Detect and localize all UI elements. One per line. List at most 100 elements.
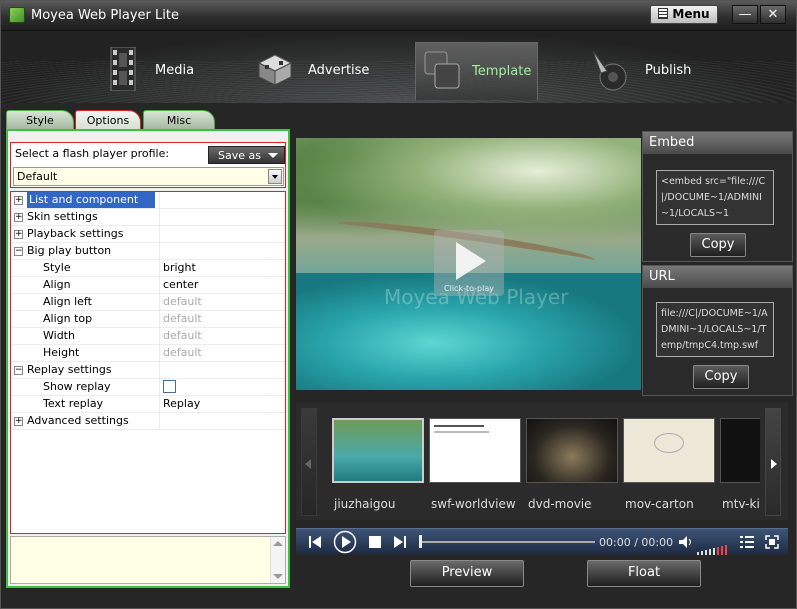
stop-icon[interactable] bbox=[369, 536, 381, 548]
nav-publish-label: Publish bbox=[645, 63, 692, 78]
playlist-item-caption: jiuzhaigou bbox=[334, 497, 396, 511]
property-row[interactable]: Width default bbox=[11, 328, 285, 345]
property-row[interactable]: + Playback settings bbox=[11, 226, 285, 243]
previous-icon[interactable] bbox=[308, 535, 322, 549]
tab-style[interactable]: Style bbox=[6, 110, 74, 131]
property-row[interactable]: Align center bbox=[11, 277, 285, 294]
property-value[interactable]: default bbox=[159, 328, 285, 344]
float-button[interactable]: Float bbox=[587, 560, 701, 587]
nav-advertise[interactable]: Advertise bbox=[255, 41, 375, 97]
playlist-item-caption: dvd-movie bbox=[528, 497, 592, 511]
playlist-thumbnails: jiuzhaigou swf-worldview dvd-movie mov-c… bbox=[332, 418, 760, 518]
property-value[interactable] bbox=[159, 209, 285, 225]
playlist-item[interactable]: jiuzhaigou bbox=[332, 418, 424, 518]
nav-template-label: Template bbox=[472, 64, 532, 79]
volume-icon[interactable] bbox=[678, 535, 694, 549]
profile-selector: Select a flash player profile: Save as D… bbox=[10, 142, 286, 188]
property-row[interactable]: − Replay settings bbox=[11, 362, 285, 379]
property-name: Style bbox=[43, 261, 71, 274]
tab-misc[interactable]: Misc bbox=[143, 110, 215, 131]
fullscreen-icon[interactable] bbox=[765, 535, 779, 549]
preview-button[interactable]: Preview bbox=[410, 560, 524, 587]
property-value[interactable] bbox=[159, 192, 285, 208]
property-row[interactable]: Align top default bbox=[11, 311, 285, 328]
menu-button[interactable]: Menu bbox=[650, 5, 718, 24]
embed-copy-button[interactable]: Copy bbox=[690, 233, 746, 257]
volume-meter[interactable] bbox=[697, 536, 729, 555]
property-row[interactable]: Show replay bbox=[11, 379, 285, 396]
tab-options[interactable]: Options bbox=[75, 110, 141, 131]
save-as-button[interactable]: Save as bbox=[208, 146, 285, 164]
property-value[interactable]: default bbox=[159, 311, 285, 327]
nav-template[interactable]: Template bbox=[415, 42, 538, 100]
click-to-play-label: Click-to-play bbox=[444, 284, 494, 293]
url-code[interactable]: file:///C|/DOCUME~1/ADMINI~1/LOCALS~1/Te… bbox=[656, 302, 774, 357]
expand-icon[interactable]: + bbox=[14, 213, 23, 222]
playlist-item[interactable]: mov-carton bbox=[623, 418, 715, 518]
thumbnail-image bbox=[526, 418, 618, 483]
embed-code[interactable]: <embed src="file:///C|/DOCUME~1/ADMINI~1… bbox=[656, 170, 774, 225]
playlist-item[interactable]: mtv-kis bbox=[720, 418, 760, 518]
url-copy-button[interactable]: Copy bbox=[693, 365, 749, 389]
playlist-item[interactable]: dvd-movie bbox=[526, 418, 618, 518]
nav-media[interactable]: Media bbox=[105, 41, 215, 97]
description-scrollbar[interactable] bbox=[270, 537, 285, 583]
scroll-up-icon[interactable] bbox=[273, 541, 283, 546]
property-value[interactable] bbox=[159, 379, 285, 395]
minimize-button[interactable]: — bbox=[732, 5, 758, 24]
property-row[interactable]: Align left default bbox=[11, 294, 285, 311]
property-value[interactable]: center bbox=[159, 277, 285, 293]
seek-handle[interactable] bbox=[419, 535, 422, 548]
dropdown-arrow-icon[interactable] bbox=[268, 169, 282, 184]
property-value[interactable]: bright bbox=[159, 260, 285, 276]
chevron-down-icon bbox=[268, 153, 278, 158]
property-value[interactable]: Replay bbox=[159, 396, 285, 412]
embed-panel: Embed <embed src="file:///C|/DOCUME~1/AD… bbox=[642, 131, 793, 262]
property-row[interactable]: Style bright bbox=[11, 260, 285, 277]
top-navigation: Media Advertise Template Publish bbox=[1, 31, 796, 103]
property-value[interactable] bbox=[159, 362, 285, 378]
playlist-item-caption: mov-carton bbox=[625, 497, 694, 511]
property-name: Playback settings bbox=[27, 227, 124, 240]
property-value[interactable] bbox=[159, 243, 285, 259]
show-replay-checkbox[interactable] bbox=[163, 380, 176, 393]
profile-dropdown[interactable]: Default bbox=[13, 167, 284, 186]
property-row[interactable]: + List and component bbox=[11, 192, 285, 209]
scroll-down-icon[interactable] bbox=[273, 574, 283, 579]
property-value[interactable]: default bbox=[159, 345, 285, 361]
property-name: Replay settings bbox=[27, 363, 112, 376]
property-row[interactable]: Text replay Replay bbox=[11, 396, 285, 413]
expand-icon[interactable]: + bbox=[14, 417, 23, 426]
property-name: Align top bbox=[43, 312, 93, 325]
expand-icon[interactable]: + bbox=[14, 230, 23, 239]
publish-icon bbox=[592, 50, 627, 91]
nav-publish[interactable]: Publish bbox=[587, 41, 707, 97]
menu-icon bbox=[658, 8, 669, 19]
property-row[interactable]: Height default bbox=[11, 345, 285, 362]
collapse-icon[interactable]: − bbox=[14, 247, 23, 256]
title-bar[interactable]: Moyea Web Player Lite Menu — ✕ bbox=[1, 1, 796, 31]
video-preview[interactable]: Moyea Web Player Click-to-play bbox=[296, 138, 641, 390]
big-play-button[interactable]: Click-to-play bbox=[434, 230, 504, 296]
property-value[interactable] bbox=[159, 413, 285, 429]
play-button[interactable] bbox=[333, 530, 357, 554]
expand-icon[interactable]: + bbox=[14, 196, 23, 205]
close-button[interactable]: ✕ bbox=[760, 5, 786, 24]
playlist-prev-button[interactable] bbox=[301, 408, 317, 516]
profile-label: Select a flash player profile: bbox=[15, 147, 170, 160]
collapse-icon[interactable]: − bbox=[14, 366, 23, 375]
seek-bar[interactable] bbox=[419, 535, 595, 548]
property-row[interactable]: − Big play button bbox=[11, 243, 285, 260]
app-window: Moyea Web Player Lite Menu — ✕ Media Adv… bbox=[0, 0, 797, 609]
property-row[interactable]: + Skin settings bbox=[11, 209, 285, 226]
playlist-next-button[interactable] bbox=[765, 408, 781, 516]
property-value[interactable]: default bbox=[159, 294, 285, 310]
template-icon bbox=[424, 51, 460, 89]
property-value[interactable] bbox=[159, 226, 285, 242]
property-row[interactable]: + Advanced settings bbox=[11, 413, 285, 430]
nav-advertise-label: Advertise bbox=[308, 63, 370, 78]
film-icon bbox=[110, 47, 136, 91]
playlist-icon[interactable] bbox=[740, 535, 754, 549]
playlist-item[interactable]: swf-worldview bbox=[429, 418, 521, 518]
next-icon[interactable] bbox=[393, 535, 407, 549]
